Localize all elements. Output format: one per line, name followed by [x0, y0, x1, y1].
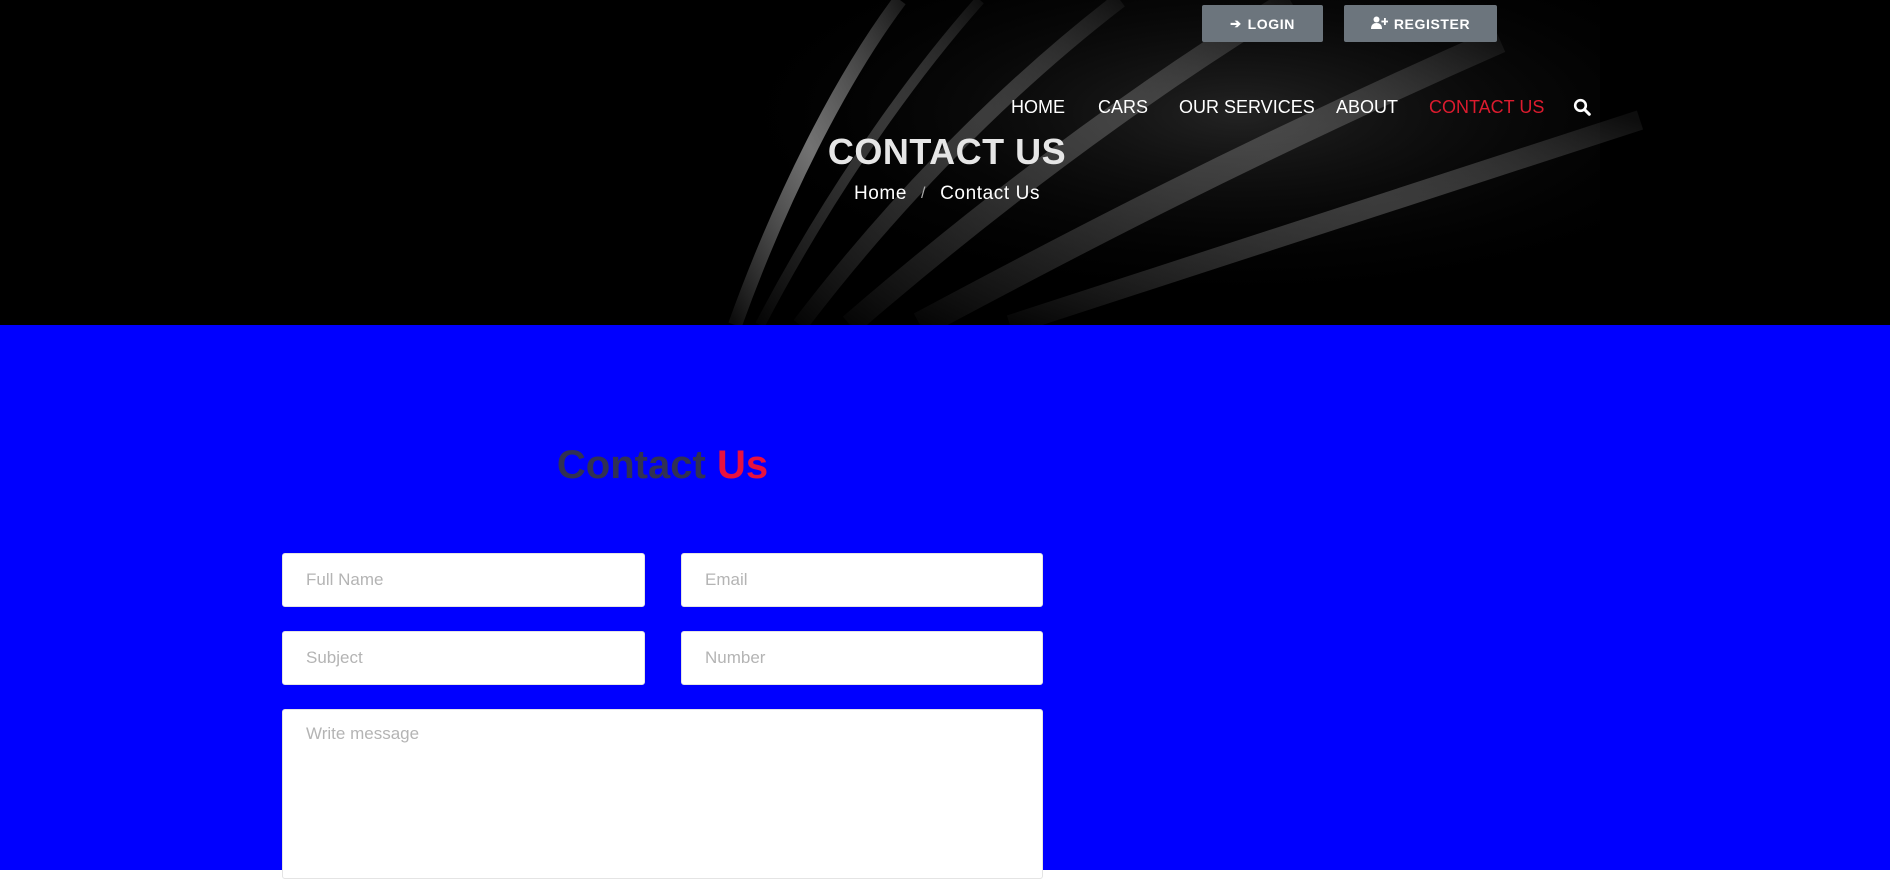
hero-banner: ➔ LOGIN REGISTER HOME CARS OUR SERVICES …: [0, 0, 1890, 325]
subject-input[interactable]: [282, 631, 645, 685]
nav-link-home[interactable]: HOME: [1011, 97, 1065, 118]
section-heading-part2: Us: [716, 443, 769, 487]
user-plus-icon: [1370, 16, 1389, 31]
nav-link-contact-us[interactable]: CONTACT US: [1429, 97, 1544, 118]
full-name-input[interactable]: [282, 553, 645, 607]
nav-item-home[interactable]: HOME: [1011, 94, 1065, 120]
breadcrumb-current: Contact Us: [940, 183, 1041, 204]
nav-item-cars[interactable]: CARS: [1098, 94, 1148, 120]
section-heading-part1: Contact: [556, 443, 706, 487]
nav-item-our-services[interactable]: OUR SERVICES: [1179, 94, 1315, 120]
register-button[interactable]: REGISTER: [1344, 5, 1497, 42]
nav-item-about[interactable]: ABOUT: [1336, 94, 1398, 120]
email-input[interactable]: [681, 553, 1043, 607]
breadcrumb-separator: /: [921, 185, 927, 202]
login-button[interactable]: ➔ LOGIN: [1202, 5, 1323, 42]
contact-section: Contact Us: [0, 325, 1890, 879]
login-label: LOGIN: [1247, 15, 1295, 32]
nav-item-contact-us[interactable]: CONTACT US: [1429, 94, 1544, 120]
nav-link-cars[interactable]: CARS: [1098, 97, 1148, 118]
breadcrumb: Home / Contact Us: [0, 183, 1890, 205]
nav-link-our-services[interactable]: OUR SERVICES: [1179, 97, 1315, 118]
page-title: CONTACT US: [827, 131, 1067, 172]
search-icon[interactable]: [1571, 94, 1593, 120]
nav-link-about[interactable]: ABOUT: [1336, 97, 1398, 118]
breadcrumb-home-link[interactable]: Home: [854, 183, 907, 205]
number-input[interactable]: [681, 631, 1043, 685]
register-label: REGISTER: [1393, 15, 1471, 32]
message-textarea[interactable]: [282, 709, 1043, 879]
sign-in-icon: ➔: [1230, 16, 1242, 31]
section-heading: Contact Us: [282, 443, 1043, 488]
